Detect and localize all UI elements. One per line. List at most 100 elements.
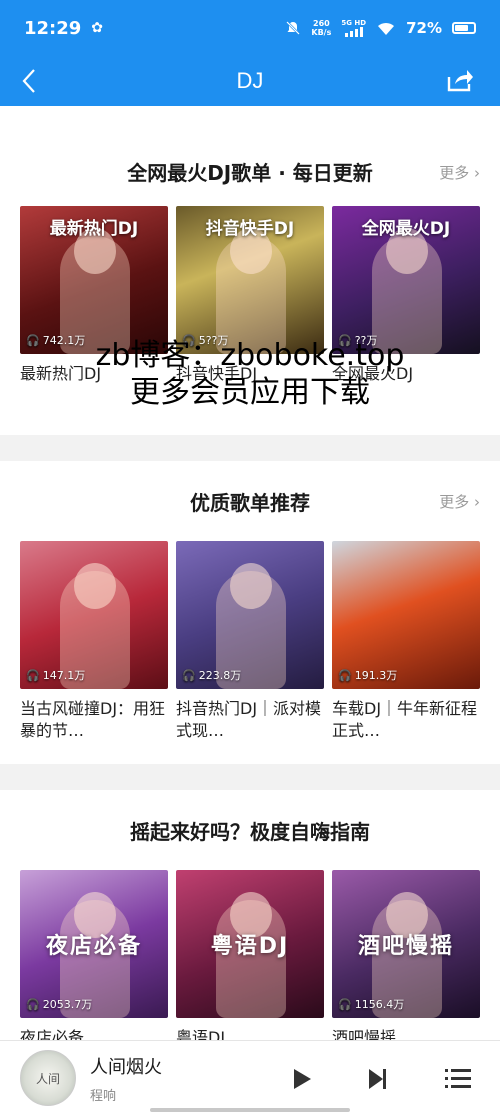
playlist-name: 当古风碰撞DJ：用狂暴的节… bbox=[20, 699, 166, 740]
card-row: 夜店必备 🎧 2053.7万 夜店必备 粤语DJ 粤语DJ 酒吧慢摇 🎧 1156.… bbox=[20, 870, 480, 1040]
playlist-cover: 🎧 223.8万 bbox=[176, 541, 324, 689]
skip-next-icon bbox=[369, 1069, 386, 1089]
headphones-icon: 🎧 bbox=[26, 997, 40, 1011]
play-count: 🎧 1156.4万 bbox=[338, 996, 404, 1012]
nav-bar: DJ bbox=[0, 56, 500, 106]
battery-icon bbox=[452, 22, 476, 34]
playlist-button[interactable] bbox=[440, 1061, 476, 1097]
wifi-icon bbox=[378, 22, 395, 35]
play-count-value: 2053.7万 bbox=[42, 998, 93, 1011]
now-playing-info[interactable]: 人间烟火 程响 bbox=[90, 1053, 162, 1104]
more-link[interactable]: 更多 › bbox=[439, 491, 480, 512]
mini-player[interactable]: 人间 人间烟火 程响 bbox=[0, 1040, 500, 1115]
headphones-icon: 🎧 bbox=[338, 333, 352, 347]
song-title: 人间烟火 bbox=[90, 1056, 162, 1078]
play-count: 🎧 742.1万 bbox=[26, 332, 85, 348]
headphones-icon: 🎧 bbox=[26, 333, 40, 347]
playlist-cover: 最新热门DJ 🎧 742.1万 bbox=[20, 206, 168, 354]
cover-badge: 全网最火DJ bbox=[361, 219, 451, 239]
back-button[interactable] bbox=[14, 64, 44, 98]
play-count-value: 742.1万 bbox=[42, 334, 86, 347]
net-speed-value: 260 bbox=[313, 19, 330, 28]
page-title: DJ bbox=[236, 68, 264, 93]
playlist-name: 最新热门DJ bbox=[20, 364, 102, 383]
cover-figure bbox=[372, 236, 442, 354]
section-divider bbox=[0, 764, 500, 790]
net-speed-unit: KB/s bbox=[311, 28, 332, 37]
playlist-card[interactable]: 🎧 147.1万 当古风碰撞DJ：用狂暴的节… bbox=[20, 541, 168, 742]
playlist-cover: 酒吧慢摇 🎧 1156.4万 bbox=[332, 870, 480, 1018]
playlist-card[interactable]: 全网最火DJ 🎧 ??万 全网最火DJ bbox=[332, 206, 480, 407]
headphones-icon: 🎧 bbox=[338, 997, 352, 1011]
play-count: 🎧 ??万 bbox=[338, 332, 377, 348]
back-arrow-icon bbox=[22, 69, 35, 93]
playlist-card[interactable]: 最新热门DJ 🎧 742.1万 最新热门DJ bbox=[20, 206, 168, 407]
section-recommended: 优质歌单推荐 更多 › 🎧 147.1万 当古风碰撞DJ：用狂暴的节… 🎧 223.… bbox=[0, 461, 500, 764]
play-icon bbox=[294, 1069, 311, 1089]
content-area[interactable]: 全网最火DJ歌单 · 每日更新 更多 › 最新热门DJ 🎧 742.1万 最新热门… bbox=[0, 106, 500, 1040]
play-count-value: 5??万 bbox=[198, 334, 229, 347]
battery-level bbox=[455, 25, 468, 31]
section-party-guide: 摇起来好吗？极度自嗨指南 夜店必备 🎧 2053.7万 夜店必备 粤语DJ 粤语D… bbox=[0, 790, 500, 1040]
signal-icon bbox=[344, 27, 363, 37]
app-notification-icon: ✿ bbox=[91, 20, 104, 36]
headphones-icon: 🎧 bbox=[182, 333, 196, 347]
network-type: 5G HD bbox=[341, 19, 367, 27]
status-time: 12:29 bbox=[24, 17, 82, 39]
play-count: 🎧 223.8万 bbox=[182, 667, 241, 683]
playlist-card[interactable]: 酒吧慢摇 🎧 1156.4万 酒吧慢摇 bbox=[332, 870, 480, 1040]
playlist-name: 酒吧慢摇 bbox=[332, 1028, 397, 1040]
section-header: 优质歌单推荐 更多 › bbox=[20, 461, 480, 541]
section-title: 优质歌单推荐 bbox=[190, 490, 310, 515]
section-hot-dj: 全网最火DJ歌单 · 每日更新 更多 › 最新热门DJ 🎧 742.1万 最新热门… bbox=[0, 106, 500, 435]
section-title: 全网最火DJ歌单 · 每日更新 bbox=[127, 160, 373, 185]
card-row: 🎧 147.1万 当古风碰撞DJ：用狂暴的节… 🎧 223.8万 抖音热门DJ｜派对… bbox=[20, 541, 480, 742]
net-speed: 260 KB/s bbox=[311, 19, 331, 37]
signal-block: 5G HD bbox=[341, 19, 366, 37]
playlist-card[interactable]: 🎧 223.8万 抖音热门DJ｜派对模式现… bbox=[176, 541, 324, 742]
play-button[interactable] bbox=[284, 1061, 320, 1097]
playlist-cover: 夜店必备 🎧 2053.7万 bbox=[20, 870, 168, 1018]
more-link[interactable]: 更多 › bbox=[439, 162, 480, 183]
now-playing-cover[interactable]: 人间 bbox=[20, 1050, 76, 1106]
cover-badge: 抖音快手DJ bbox=[205, 219, 295, 239]
play-count: 🎧 2053.7万 bbox=[26, 996, 92, 1012]
play-count-value: 147.1万 bbox=[42, 669, 86, 682]
next-button[interactable] bbox=[360, 1061, 396, 1097]
battery-percent: 72% bbox=[406, 19, 442, 37]
play-count: 🎧 5??万 bbox=[182, 332, 228, 348]
playlist-name: 车载DJ｜牛年新征程正式… bbox=[332, 699, 478, 740]
card-row: 最新热门DJ 🎧 742.1万 最新热门DJ 抖音快手DJ 🎧 5??万 抖音快手D… bbox=[20, 206, 480, 407]
status-bar: 12:29 ✿ 260 KB/s 5G HD 72% bbox=[0, 0, 500, 56]
headphones-icon: 🎧 bbox=[26, 668, 40, 682]
playlist-cover: 抖音快手DJ 🎧 5??万 bbox=[176, 206, 324, 354]
cover-title: 夜店必备 bbox=[45, 934, 142, 959]
playlist-cover: 全网最火DJ 🎧 ??万 bbox=[332, 206, 480, 354]
play-count-value: 1156.4万 bbox=[354, 998, 405, 1011]
playlist-name: 抖音热门DJ｜派对模式现… bbox=[176, 699, 322, 740]
cover-badge: 最新热门DJ bbox=[49, 219, 139, 239]
share-button[interactable] bbox=[444, 64, 476, 96]
share-icon bbox=[447, 70, 473, 92]
playlist-card[interactable]: 夜店必备 🎧 2053.7万 夜店必备 bbox=[20, 870, 168, 1040]
playlist-name: 抖音快手DJ bbox=[176, 364, 258, 383]
section-title: 摇起来好吗？极度自嗨指南 bbox=[130, 819, 370, 844]
play-count-value: 191.3万 bbox=[354, 669, 398, 682]
home-indicator[interactable] bbox=[150, 1108, 350, 1112]
section-divider bbox=[0, 435, 500, 461]
playlist-name: 粤语DJ bbox=[176, 1028, 226, 1040]
playlist-card[interactable]: 🎧 191.3万 车载DJ｜牛年新征程正式… bbox=[332, 541, 480, 742]
playlist-name: 全网最火DJ bbox=[332, 364, 414, 383]
section-header: 全网最火DJ歌单 · 每日更新 更多 › bbox=[20, 106, 480, 206]
headphones-icon: 🎧 bbox=[338, 668, 352, 682]
playlist-cover: 🎧 147.1万 bbox=[20, 541, 168, 689]
playlist-cover: 粤语DJ bbox=[176, 870, 324, 1018]
mute-icon bbox=[286, 21, 301, 35]
play-count-value: 223.8万 bbox=[198, 669, 242, 682]
artist-name: 程响 bbox=[90, 1088, 117, 1104]
playlist-cover: 🎧 191.3万 bbox=[332, 541, 480, 689]
playlist-card[interactable]: 抖音快手DJ 🎧 5??万 抖音快手DJ bbox=[176, 206, 324, 407]
playlist-card[interactable]: 粤语DJ 粤语DJ bbox=[176, 870, 324, 1040]
play-count: 🎧 191.3万 bbox=[338, 667, 397, 683]
play-count: 🎧 147.1万 bbox=[26, 667, 85, 683]
